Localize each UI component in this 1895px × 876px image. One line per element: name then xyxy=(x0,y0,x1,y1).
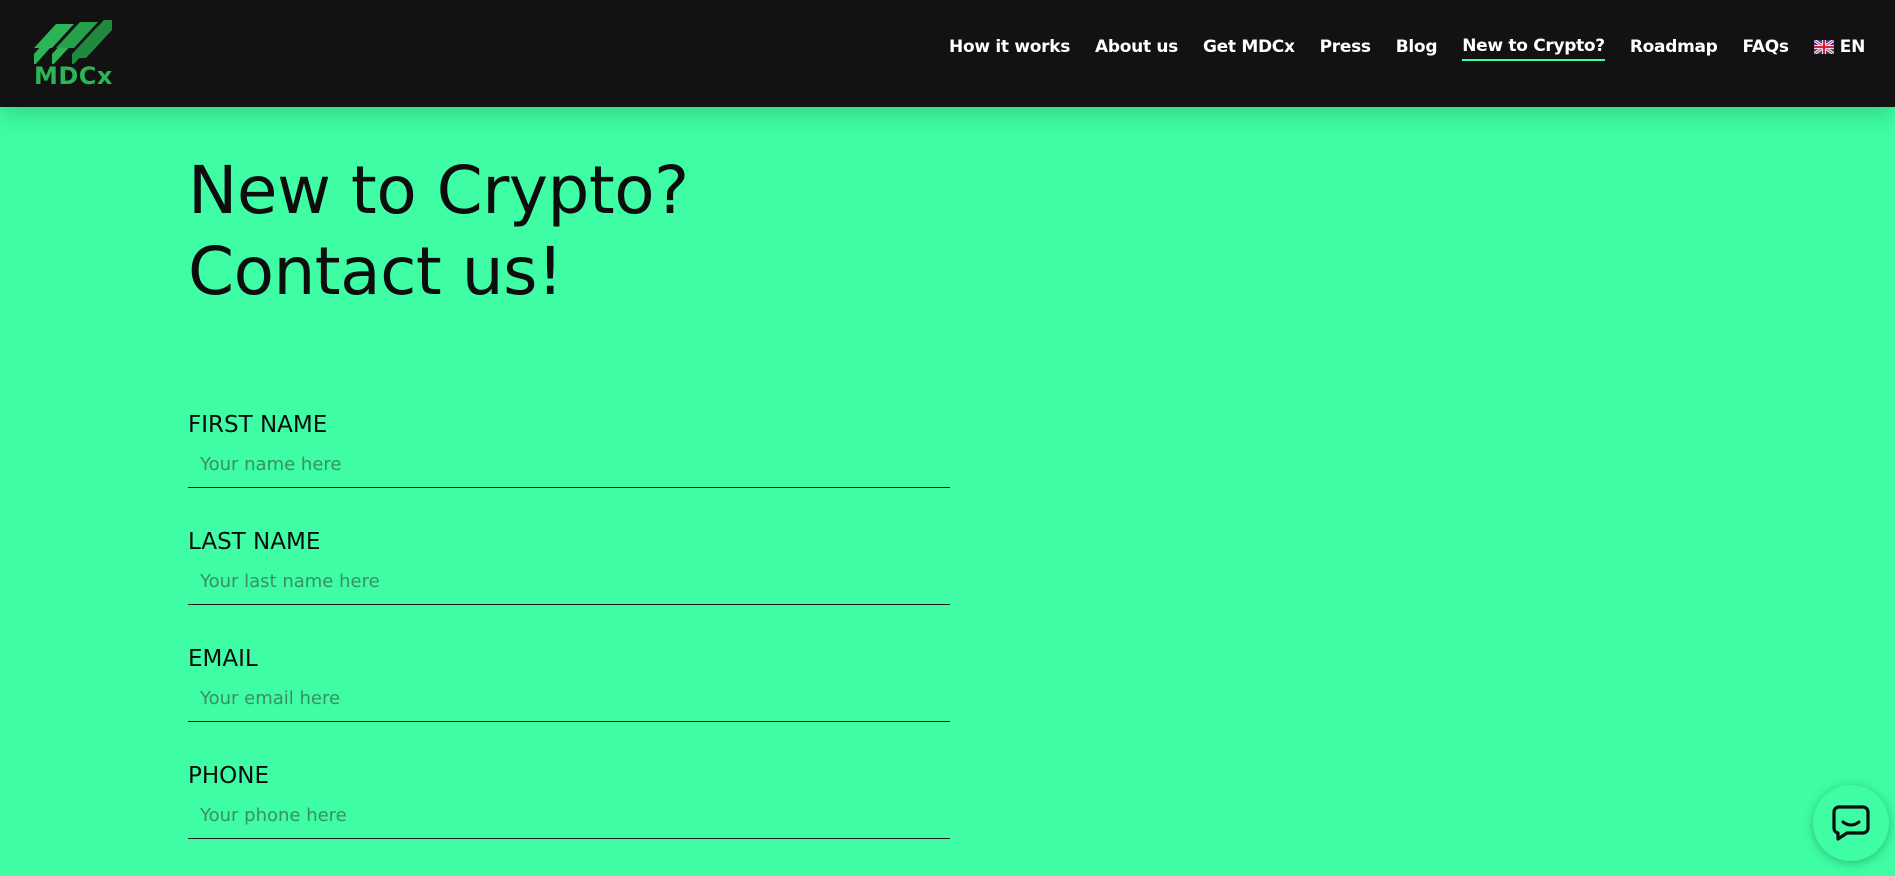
email-label: EMAIL xyxy=(188,646,258,672)
last-name-input[interactable] xyxy=(188,559,950,605)
phone-input[interactable] xyxy=(188,793,950,839)
contact-form: FIRST NAME LAST NAME EMAIL PHONE xyxy=(188,408,950,876)
nav-faqs[interactable]: FAQs xyxy=(1743,37,1790,60)
last-name-label: LAST NAME xyxy=(188,529,321,555)
nav-roadmap[interactable]: Roadmap xyxy=(1630,37,1718,60)
nav-about-us[interactable]: About us xyxy=(1095,37,1178,60)
nav-get-mdcx[interactable]: Get MDCx xyxy=(1203,37,1295,60)
email-field: EMAIL xyxy=(188,642,950,759)
nav-press[interactable]: Press xyxy=(1320,37,1371,60)
chat-widget-button[interactable] xyxy=(1813,785,1889,861)
logo-mark-icon xyxy=(34,20,112,64)
main-nav: How it works About us Get MDCx Press Blo… xyxy=(949,36,1865,61)
uk-flag-icon xyxy=(1813,40,1834,54)
first-name-input[interactable] xyxy=(188,442,950,488)
first-name-field: FIRST NAME xyxy=(188,408,950,525)
contact-section: New to Crypto? Contact us! FIRST NAME LA… xyxy=(188,150,950,839)
last-name-field: LAST NAME xyxy=(188,525,950,642)
site-header: MDCx How it works About us Get MDCx Pres… xyxy=(0,0,1895,107)
phone-label: PHONE xyxy=(188,763,270,789)
first-name-label: FIRST NAME xyxy=(188,412,328,438)
mdcx-logo[interactable]: MDCx xyxy=(34,14,118,92)
language-label: EN xyxy=(1839,37,1866,57)
chat-bubble-icon xyxy=(1832,805,1870,841)
email-input[interactable] xyxy=(188,676,950,722)
nav-how-it-works[interactable]: How it works xyxy=(949,37,1070,60)
phone-field: PHONE xyxy=(188,759,950,876)
nav-blog[interactable]: Blog xyxy=(1396,37,1438,60)
page-title: New to Crypto? Contact us! xyxy=(188,152,689,310)
logo-text: MDCx xyxy=(34,62,113,90)
nav-new-to-crypto[interactable]: New to Crypto? xyxy=(1462,36,1605,61)
language-switcher[interactable]: EN xyxy=(1813,37,1866,60)
